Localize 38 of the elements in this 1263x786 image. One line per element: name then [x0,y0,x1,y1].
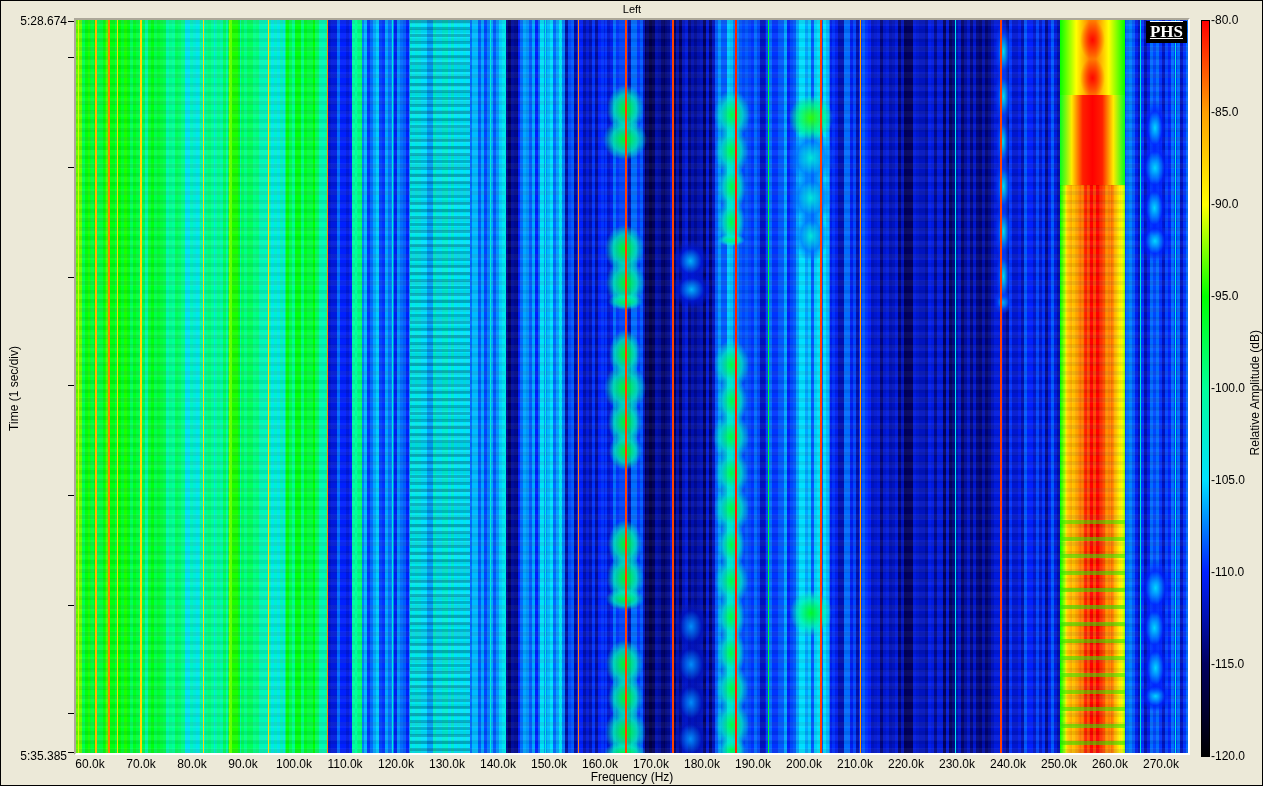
x-axis-title: Frequency (Hz) [590,770,674,784]
amplitude-label: -110.0 [1211,565,1245,579]
frequency-label: 250.0k [1041,757,1077,771]
frequency-label: 270.0k [1143,757,1179,771]
frequency-label: 260.0k [1092,757,1128,771]
frequency-label: 70.0k [126,757,156,771]
amplitude-label: -90.0 [1211,197,1239,211]
frequency-label: 190.0k [735,757,771,771]
frequency-label: 240.0k [990,757,1026,771]
frequency-label: 60.0k [75,757,105,771]
color-scale-title: Relative Amplitude (dB) [1247,330,1262,456]
amplitude-label: -95.0 [1211,289,1239,303]
frequency-label: 230.0k [939,757,975,771]
frequency-label: 130.0k [429,757,465,771]
amplitude-label: -85.0 [1211,105,1239,119]
frequency-label: 100.0k [276,757,312,771]
frequency-label: 210.0k [837,757,873,771]
frequency-label: 200.0k [786,757,822,771]
frequency-label: 120.0k [378,757,414,771]
time-label: 5:28.674 [20,14,68,28]
frequency-label: 140.0k [480,757,516,771]
frequency-label: 220.0k [888,757,924,771]
amplitude-label: -120.0 [1211,749,1246,763]
frequency-label: 180.0k [684,757,720,771]
frequency-label: 160.0k [582,757,618,771]
chart-title: Left [622,3,642,15]
logo: PHS [1145,21,1187,43]
frequency-label: 80.0k [177,757,207,771]
y-axis-title: Time (1 sec/div) [7,346,21,431]
amplitude-label: -100.0 [1211,381,1246,395]
amplitude-label: -80.0 [1211,13,1239,27]
time-label: 5:35.385 [20,749,68,763]
frequency-label: 110.0k [327,757,363,771]
frequency-label: 170.0k [633,757,669,771]
frequency-label: 150.0k [531,757,567,771]
amplitude-label: -105.0 [1211,473,1246,487]
amplitude-label: -115.0 [1211,657,1245,671]
frequency-label: 90.0k [228,757,258,771]
